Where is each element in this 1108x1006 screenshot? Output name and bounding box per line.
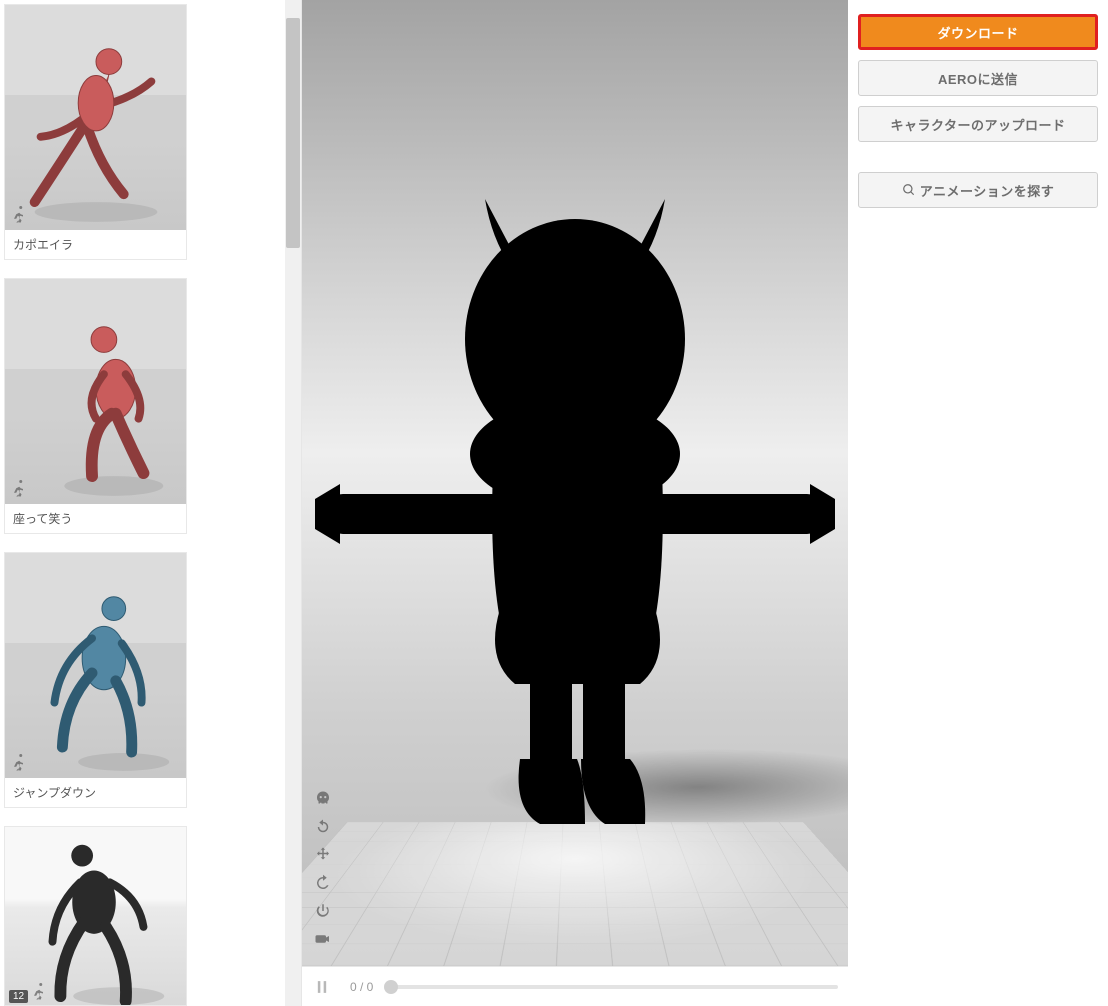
search-icon xyxy=(902,183,916,197)
scroll-track[interactable] xyxy=(285,0,301,1006)
find-animation-button[interactable]: アニメーションを探す xyxy=(858,172,1098,208)
upload-character-button[interactable]: キャラクターのアップロード xyxy=(858,106,1098,142)
character xyxy=(302,139,848,839)
animation-thumbnail: 12 xyxy=(5,827,186,1006)
animation-list[interactable]: カポエイラ 座って笑う xyxy=(0,0,286,1006)
viewport-3d[interactable]: 0 / 0 xyxy=(302,0,848,1006)
timeline-track[interactable] xyxy=(391,985,838,989)
animation-item[interactable]: カポエイラ xyxy=(4,4,187,260)
timeline-knob[interactable] xyxy=(384,980,398,994)
animation-library-panel: カポエイラ 座って笑う xyxy=(0,0,302,1006)
animation-label: 座って笑う xyxy=(5,504,186,533)
rotate-icon[interactable] xyxy=(312,872,334,894)
animation-thumbnail xyxy=(5,5,186,230)
skull-icon[interactable] xyxy=(312,788,334,810)
camera-icon[interactable] xyxy=(312,928,334,950)
scroll-thumb[interactable] xyxy=(286,18,300,248)
move-icon[interactable] xyxy=(312,844,334,866)
reset-icon[interactable] xyxy=(312,816,334,838)
runner-icon xyxy=(31,983,49,1001)
mannequin-icon xyxy=(5,279,186,504)
mannequin-icon xyxy=(5,827,186,1006)
animation-label: カポエイラ xyxy=(5,230,186,259)
character-silhouette-icon xyxy=(302,139,848,839)
animation-item[interactable]: 座って笑う xyxy=(4,278,187,534)
animation-thumbnail xyxy=(5,553,186,778)
power-icon[interactable] xyxy=(312,900,334,922)
animation-item[interactable]: ジャンプダウン xyxy=(4,552,187,808)
runner-icon xyxy=(11,754,29,772)
pack-count-badge: 12 xyxy=(9,990,28,1003)
mannequin-icon xyxy=(5,553,186,778)
mannequin-icon xyxy=(5,5,186,230)
viewport-toolbar xyxy=(312,788,334,950)
animation-item[interactable]: 12 xyxy=(4,826,187,1006)
playback-bar: 0 / 0 xyxy=(302,966,848,1006)
animation-thumbnail xyxy=(5,279,186,504)
action-panel: ダウンロード AEROに送信 キャラクターのアップロード アニメーションを探す xyxy=(848,0,1108,1006)
runner-icon xyxy=(11,480,29,498)
download-button[interactable]: ダウンロード xyxy=(858,14,1098,50)
frame-counter: 0 / 0 xyxy=(350,980,373,994)
animation-label: ジャンプダウン xyxy=(5,778,186,807)
find-animation-label: アニメーションを探す xyxy=(920,181,1054,200)
pause-button[interactable] xyxy=(312,977,332,997)
send-aero-button[interactable]: AEROに送信 xyxy=(858,60,1098,96)
runner-icon xyxy=(11,206,29,224)
